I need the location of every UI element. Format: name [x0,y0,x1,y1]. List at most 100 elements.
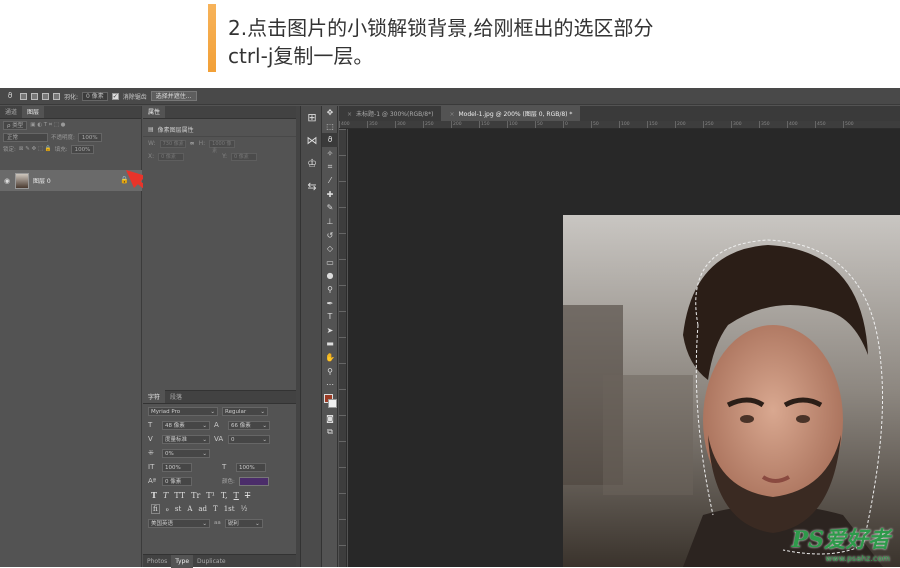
small-caps-button[interactable]: Tr [191,491,200,500]
fill-input[interactable]: 100% [70,144,95,154]
dodge-tool-icon[interactable]: ⚲ [322,283,338,297]
antialias-checkbox[interactable]: ✓ [111,92,119,100]
lasso-tool-icon[interactable]: ϑ [4,91,16,101]
select-and-mask-button[interactable]: 选择并遮住... [150,91,197,101]
visibility-eye-icon[interactable]: ◉ [2,177,12,185]
tab-character[interactable]: 字符 [143,390,166,403]
model-photo[interactable]: PS爱好者 www.psahz.com [563,215,900,567]
brush-presets-icon[interactable]: ⋈ [301,129,323,152]
tab-photos[interactable]: Photos [143,558,171,565]
more-tools-icon[interactable]: ⋯ [322,378,338,392]
subtract-selection-icon[interactable] [42,92,49,100]
add-selection-icon[interactable] [31,92,38,100]
width-input[interactable]: 730 像素 [159,139,186,148]
blur-tool-icon[interactable]: ● [322,269,338,283]
tsume-select[interactable]: 0% ⌄ [162,448,210,458]
screen-mode-icon[interactable]: ⧉ [322,425,338,439]
faux-bold-button[interactable]: T [151,490,157,500]
lasso-tool-icon[interactable]: ϑ [322,133,338,147]
tab-duplicate[interactable]: Duplicate [193,558,230,565]
character-icon[interactable]: ♔ [301,152,323,175]
swash-button[interactable]: A [187,505,192,513]
tab-layers[interactable]: 图层 [22,105,45,118]
vertical-scale-input[interactable]: 100% [162,462,192,472]
color-swatches[interactable] [322,391,338,411]
font-style-value: Regular [225,408,247,415]
opacity-input[interactable]: 100% [77,132,102,142]
document-tab-2[interactable]: × Model-1.jpg @ 200% (图层 0, RGB/8) * [441,106,581,121]
new-selection-icon[interactable] [20,92,27,100]
baseline-shift-input[interactable]: 0 像素 [162,476,192,486]
magic-wand-tool-icon[interactable]: ✧ [322,147,338,161]
layer-name[interactable]: 图层 0 [33,176,51,185]
y-input[interactable]: 0 像素 [231,152,258,161]
shape-tool-icon[interactable]: ▬ [322,337,338,351]
font-style-select[interactable]: Regular ⌄ [222,406,268,416]
pen-tool-icon[interactable]: ✒ [322,296,338,310]
brush-tool-icon[interactable]: ✎ [322,201,338,215]
horizontal-scale-input[interactable]: 100% [236,462,266,472]
adjustments-icon[interactable]: ⇆ [301,175,323,198]
x-input[interactable]: 0 像素 [158,152,185,161]
tab-paragraph[interactable]: 段落 [165,390,187,403]
link-icon[interactable]: ∞ [190,140,195,147]
stylistic-alt-button[interactable]: st [175,505,181,513]
filter-icons[interactable]: ▣ ◐ T ⌗ ⬚ ● [30,122,65,129]
tab-properties[interactable]: 属性 [143,105,166,118]
language-select[interactable]: 美国英语 ⌄ [148,518,210,528]
move-tool-icon[interactable]: ✥ [322,106,338,120]
hand-tool-icon[interactable]: ✋ [322,351,338,365]
path-select-icon[interactable]: ➤ [322,324,338,338]
type-tool-icon[interactable]: T [322,310,338,324]
text-color-swatch[interactable] [238,476,269,486]
alt-ligature-button[interactable]: ℴ [166,505,169,513]
all-caps-button[interactable]: TT [174,491,185,500]
font-size-select[interactable]: 48 像素 ⌄ [162,420,210,430]
feather-input[interactable]: 0 像素 [82,91,108,101]
chevron-down-icon: ⌄ [262,436,267,443]
close-icon[interactable]: × [347,111,352,118]
history-brush-icon[interactable]: ↺ [322,228,338,242]
zoom-tool-icon[interactable]: ⚲ [322,364,338,378]
watermark: PS爱好者 www.psahz.com [792,522,890,563]
strikethrough-button[interactable]: T [245,491,250,500]
fraction-button[interactable]: ½ [241,505,248,513]
blend-mode-select[interactable]: 正常 [3,132,48,142]
crop-tool-icon[interactable]: ⌗ [322,160,338,174]
quick-mask-icon[interactable]: ◙ [322,411,338,425]
layer-filter-select[interactable]: ρ 类型 [3,120,28,130]
eraser-tool-icon[interactable]: ◇ [322,242,338,256]
pixel-layer-icon: ▤ [148,126,154,133]
close-icon[interactable]: × [449,111,454,118]
healing-brush-icon[interactable]: ✚ [322,188,338,202]
tracking-select[interactable]: 0 ⌄ [228,434,270,444]
tab-type[interactable]: Type [171,554,194,568]
ordinal-button[interactable]: 1st [224,505,235,513]
faux-italic-button[interactable]: T [163,491,168,500]
marquee-tool-icon[interactable]: ⬚ [322,120,338,134]
subscript-button[interactable]: T, [221,491,228,500]
titling-button[interactable]: ad [198,505,207,513]
clone-stamp-icon[interactable]: ⊥ [322,215,338,229]
lock-icons[interactable]: ⊠ ✎ ✥ ⬚ 🔒 [19,146,52,152]
background-color-swatch[interactable] [328,399,337,409]
superscript-button[interactable]: T¹ [206,491,215,500]
intersect-selection-icon[interactable] [53,92,60,100]
document-canvas[interactable]: PS爱好者 www.psahz.com [348,129,900,567]
height-input[interactable]: 1000 像素 [209,139,236,154]
leading-select[interactable]: 66 像素 ⌄ [228,420,270,430]
ligature-button[interactable]: fi [151,504,160,514]
tab-channels[interactable]: 通道 [0,105,22,118]
gradient-tool-icon[interactable]: ▭ [322,256,338,270]
tutorial-caption: 2.点击图片的小锁解锁背景,给刚框出的选区部分 ctrl-j复制一层。 [0,0,900,78]
eyedropper-tool-icon[interactable]: ⁄ [322,174,338,188]
ornament-button[interactable]: T [213,505,218,513]
font-family-select[interactable]: Myriad Pro ⌄ [148,406,218,416]
history-icon[interactable]: ⊞ [301,106,323,129]
layer-row[interactable]: ◉ 图层 0 🔒 [0,170,142,191]
document-tab-1[interactable]: × 未标题-1 @ 300%(RGB/8*) [339,106,441,121]
underline-button[interactable]: T [234,491,239,500]
kerning-select[interactable]: 度量标准 ⌄ [162,434,210,444]
antialias-select[interactable]: 锐利 ⌄ [224,518,263,528]
vertical-ruler [339,129,347,567]
